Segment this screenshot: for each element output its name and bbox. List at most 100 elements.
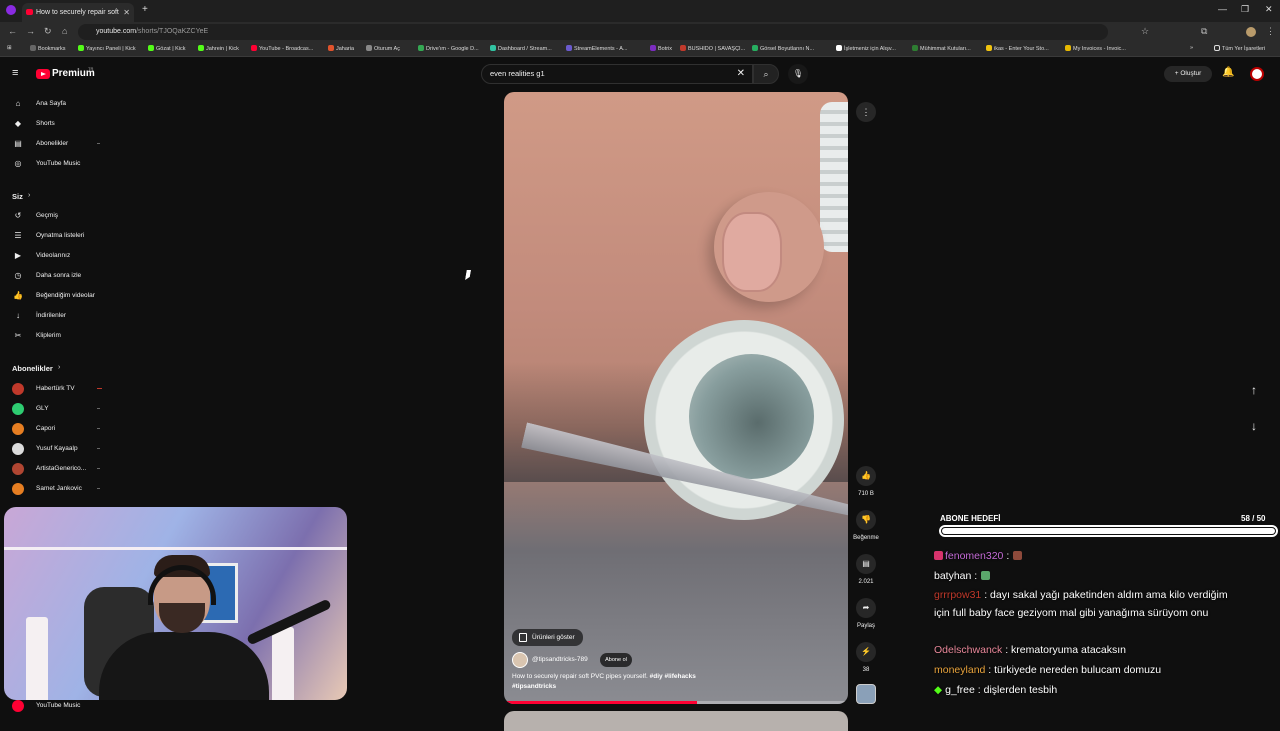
channel-avatar[interactable] [512,652,528,668]
diamond-badge-icon: ◆ [934,684,943,696]
youtube-logo-icon[interactable] [36,69,50,79]
sidebar-item-subscriptions[interactable]: ▤ Abonelikler [0,135,120,153]
back-button[interactable]: ← [8,26,17,36]
sound-thumbnail[interactable] [856,684,876,704]
channel-avatar [12,423,24,435]
sidebar-item-downloads[interactable]: ↓ İndirilenler [0,307,120,325]
bookmark-item[interactable]: BUSHIDO | SAVAŞÇI... [680,45,745,52]
search-value: even realities g1 [490,69,545,78]
dislike-button[interactable]: 👎 [856,510,876,530]
previous-short-arrow-icon[interactable]: ↑ [1244,380,1264,400]
subscription-item[interactable]: Samet Jankovic [0,480,120,498]
sidebar-item-home[interactable]: ⌂ Ana Sayfa [0,95,120,113]
browser-menu-icon[interactable]: ⋮ [1266,26,1275,37]
subscribe-button[interactable]: Abone ol [600,653,632,667]
bookmarks-overflow-icon[interactable]: » [1190,45,1193,51]
sidebar-item-playlists[interactable]: ☰ Oynatma listeleri [0,227,120,245]
bookmark-favicon-icon [328,45,334,51]
url-field[interactable]: youtube.com/shorts/TJOQaKZCYeE [78,24,1108,40]
bookmark-item[interactable]: Dashboard / Stream... [490,45,552,52]
star-icon[interactable]: ☆ [1141,26,1149,37]
bookmark-item[interactable]: StreamElements - A... [566,45,628,52]
more-options-icon[interactable]: ⋮ [856,102,876,122]
home-button[interactable]: ⌂ [62,26,67,36]
sidebar-item-history[interactable]: ↺ Geçmiş [0,207,120,225]
minimize-button[interactable]: — [1218,4,1227,14]
sidebar-section-you[interactable]: Siz [12,192,23,201]
search-button[interactable]: ⌕ [753,64,779,84]
create-button[interactable]: + Oluştur [1164,66,1212,82]
bookmark-item[interactable]: Botrix [650,45,672,52]
browser-tab-active[interactable]: How to securely repair soft ✕ [22,3,134,22]
bookmark-item[interactable]: Jahrein | Kick [198,45,239,52]
subscription-item[interactable]: Yusuf Kayaalp [0,440,120,458]
sidebar-section-subscriptions[interactable]: Abonelikler [12,364,53,373]
next-short-arrow-icon[interactable]: ↓ [1244,416,1264,436]
folder-icon [1214,45,1220,51]
subscription-item[interactable]: ArtistaGenerico... [0,460,120,478]
bookmark-item[interactable]: Drive'ım - Google D... [418,45,479,52]
reload-button[interactable]: ↻ [44,26,52,37]
bookmark-label: YouTube - Broadcas... [259,46,314,52]
voice-search-button[interactable]: 🎙 [788,64,808,84]
forward-button[interactable]: → [26,26,35,36]
tab-close-icon[interactable]: ✕ [123,3,130,22]
share-button[interactable]: ➦ [856,598,876,618]
hashtags-inline[interactable]: #diy #lifehacks [650,673,696,680]
bookmark-item[interactable]: Yayıncı Paneli | Kick [78,45,136,52]
shorts-video-player[interactable]: Ürünleri göster @tipsandtricks-789 Abone… [504,92,848,704]
bookmark-item[interactable]: Bookmarks [30,45,66,52]
comment-count: 2.021 [858,579,874,585]
subscription-item[interactable]: GLY [0,400,120,418]
thumbs-down-icon: 👎 [861,515,871,524]
bookmark-label: Bookmarks [38,46,66,52]
bookmark-item[interactable]: İşletmeniz için Alışv... [836,45,896,52]
bookmark-label: Botrix [658,46,673,52]
subscription-item[interactable]: Capori [0,420,120,438]
remix-button[interactable]: ⚡ [856,642,876,662]
bookmark-item[interactable]: Mühimmat Kutuları... [912,45,971,52]
sidebar-item-label: Abonelikler [36,140,69,147]
bookmark-label: StreamElements - A... [574,46,628,52]
clear-search-icon[interactable]: ✕ [737,65,745,83]
sidebar-item-label: Kliplerim [36,332,61,339]
hashtags-line2[interactable]: #tipsandtricks [512,683,556,690]
bookmark-label: Jaharia [336,46,355,52]
bookmark-item[interactable]: My Invoices - Invoic... [1065,45,1126,52]
maximize-button[interactable]: ❐ [1241,4,1249,15]
like-button[interactable]: 👍 [856,466,876,486]
pillar-left [26,617,48,700]
comments-button[interactable]: ▤ [856,554,876,574]
apps-grid-icon[interactable]: ⊞ [7,45,12,51]
sidebar-item-liked[interactable]: 👍 Beğendiğim videolar [0,287,120,305]
bookmark-item[interactable]: YouTube - Broadcas... [251,45,313,52]
video-progress-bar[interactable] [504,701,848,704]
search-input[interactable]: even realities g1 ✕ [481,64,753,84]
bookmark-item[interactable]: Görsel Boyutlarını N... [752,45,814,52]
sidebar-item-shorts[interactable]: ◆ Shorts [0,115,120,133]
bookmark-item[interactable]: Jaharia [328,45,354,52]
bookmark-item[interactable]: Oturum Aç [366,45,400,52]
notifications-bell-icon[interactable]: 🔔 [1222,67,1234,78]
sidebar-item-clips[interactable]: ✂ Kliplerim [0,327,120,345]
account-avatar[interactable] [1250,67,1264,81]
channel-name[interactable]: @tipsandtricks-789 [532,656,588,663]
sidebar-item-watch-later[interactable]: ◷ Daha sonra izle [0,267,120,285]
tab-search-icon[interactable] [6,5,16,15]
profile-avatar[interactable] [1246,27,1256,37]
subscription-item[interactable]: Habertürk TV [0,380,120,398]
subscriptions-icon: ▤ [14,139,22,148]
bookmark-item[interactable]: ikas - Enter Your Sto... [986,45,1049,52]
bookmark-label: Oturum Aç [374,46,400,52]
bookmark-label: Dashboard / Stream... [498,46,552,52]
sidebar-item-your-videos[interactable]: ▶ Videolarınız [0,247,120,265]
bookmark-item[interactable]: Gözat | Kick [148,45,186,52]
all-bookmarks-folder[interactable]: Tüm Yer İşaretleri [1214,45,1265,52]
sidebar-item-music[interactable]: ◎ YouTube Music [0,155,120,173]
close-window-button[interactable]: ✕ [1265,4,1273,15]
show-products-button[interactable]: Ürünleri göster [512,629,583,646]
hamburger-menu-icon[interactable]: ≡ [12,67,18,79]
extensions-icon[interactable]: ⧉ [1201,26,1207,37]
new-tab-button[interactable]: + [142,4,148,15]
next-short-preview[interactable] [504,711,848,731]
